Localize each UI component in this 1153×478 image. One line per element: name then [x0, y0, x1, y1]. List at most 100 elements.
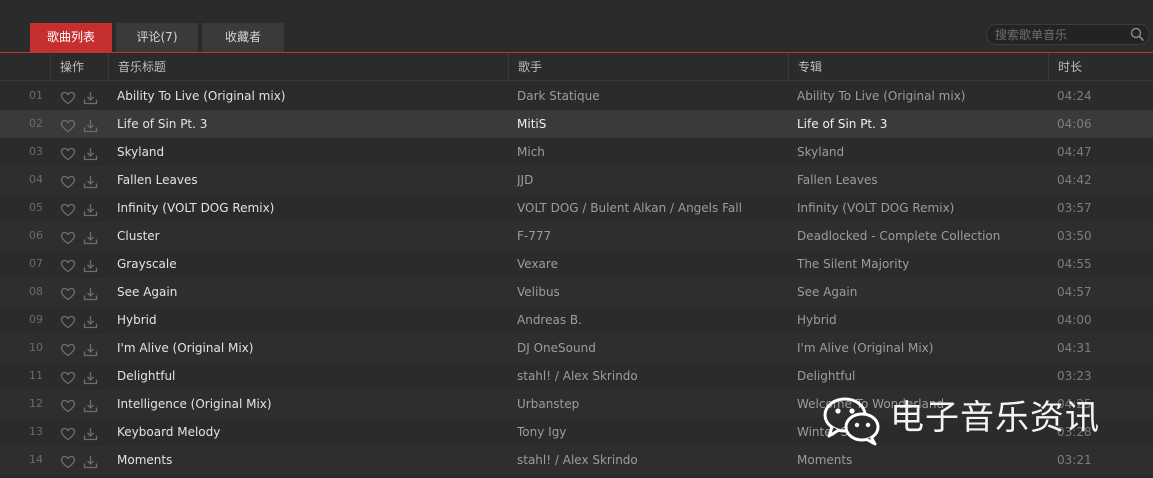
table-row[interactable]: 10 I'm Alive (Original Mix) DJ OneSound I'm… [0, 334, 1153, 362]
like-heart-icon[interactable] [60, 144, 76, 161]
song-duration: 04:42 [1057, 173, 1092, 187]
tab-comments[interactable]: 评论(7) [116, 23, 198, 52]
column-header-title[interactable]: 音乐标题 [108, 53, 508, 81]
song-artist[interactable]: Mich [517, 138, 782, 166]
tab-song-list[interactable]: 歌曲列表 [30, 23, 112, 52]
song-artist[interactable]: stahl! / Alex Skrindo [517, 362, 782, 390]
like-heart-icon[interactable] [60, 396, 76, 413]
song-title[interactable]: Keyboard Melody [117, 418, 502, 446]
download-icon[interactable] [83, 144, 98, 161]
song-title[interactable]: Hybrid [117, 306, 502, 334]
track-number: 14 [29, 453, 43, 466]
download-icon[interactable] [83, 312, 98, 329]
song-album[interactable]: See Again [797, 278, 1042, 306]
song-title[interactable]: Skyland [117, 138, 502, 166]
song-title[interactable]: Ability To Live (Original mix) [117, 82, 502, 110]
song-artist[interactable]: Andreas B. [517, 306, 782, 334]
song-artist[interactable]: Tony Igy [517, 418, 782, 446]
search-icon[interactable] [1129, 26, 1145, 42]
song-album[interactable]: Skyland [797, 138, 1042, 166]
song-title[interactable]: I'm Alive (Original Mix) [117, 334, 502, 362]
song-album[interactable]: I'm Alive (Original Mix) [797, 334, 1042, 362]
song-title[interactable]: Intelligence (Original Mix) [117, 390, 502, 418]
download-icon[interactable] [83, 116, 98, 133]
song-title[interactable]: Cluster [117, 222, 502, 250]
download-icon[interactable] [83, 340, 98, 357]
download-icon[interactable] [83, 256, 98, 273]
track-number: 09 [29, 313, 43, 326]
like-heart-icon[interactable] [60, 312, 76, 329]
song-duration: 04:00 [1057, 313, 1092, 327]
song-title[interactable]: See Again [117, 278, 502, 306]
song-duration: 04:55 [1057, 257, 1092, 271]
download-icon[interactable] [83, 396, 98, 413]
song-album[interactable]: Deadlocked - Complete Collection [797, 222, 1042, 250]
table-row[interactable]: 11 Delightful stahl! / Alex Skrindo Delight… [0, 362, 1153, 390]
download-icon[interactable] [83, 200, 98, 217]
song-album[interactable]: Moments [797, 446, 1042, 474]
download-icon[interactable] [83, 368, 98, 385]
column-header-duration[interactable]: 时长 [1048, 53, 1153, 81]
song-artist[interactable]: stahl! / Alex Skrindo [517, 446, 782, 474]
song-artist[interactable]: Urbanstep [517, 390, 782, 418]
song-title[interactable]: Moments [117, 446, 502, 474]
like-heart-icon[interactable] [60, 200, 76, 217]
song-duration: 04:31 [1057, 341, 1092, 355]
like-heart-icon[interactable] [60, 284, 76, 301]
song-title[interactable]: Infinity (VOLT DOG Remix) [117, 194, 502, 222]
song-artist[interactable]: VOLT DOG / Bulent Alkan / Angels Fall [517, 194, 782, 222]
table-row[interactable]: 14 Moments stahl! / Alex Skrindo Moments 03:… [0, 446, 1153, 474]
search-input[interactable] [995, 25, 1125, 44]
table-row[interactable]: 06 Cluster F-777 Deadlocked - Complete Coll… [0, 222, 1153, 250]
song-artist[interactable]: MitiS [517, 110, 782, 138]
table-row[interactable]: 01 Ability To Live (Original mix) Dark Sta… [0, 82, 1153, 110]
table-row[interactable]: 02 Life of Sin Pt. 3 MitiS Life of Sin Pt. … [0, 110, 1153, 138]
song-album[interactable]: Fallen Leaves [797, 166, 1042, 194]
song-artist[interactable]: Vexare [517, 250, 782, 278]
song-artist[interactable]: F-777 [517, 222, 782, 250]
like-heart-icon[interactable] [60, 368, 76, 385]
song-album[interactable]: Hybrid [797, 306, 1042, 334]
column-header-album[interactable]: 专辑 [788, 53, 1048, 81]
song-album[interactable]: Delightful [797, 362, 1042, 390]
watermark: 电子音乐资讯 [822, 392, 1122, 448]
song-artist[interactable]: DJ OneSound [517, 334, 782, 362]
download-icon[interactable] [83, 284, 98, 301]
song-duration: 03:23 [1057, 369, 1092, 383]
table-row[interactable]: 08 See Again Velibus See Again 04:57 [0, 278, 1153, 306]
song-artist[interactable]: JJD [517, 166, 782, 194]
track-number: 06 [29, 229, 43, 242]
table-row[interactable]: 05 Infinity (VOLT DOG Remix) VOLT DOG / Bu… [0, 194, 1153, 222]
column-header-artist[interactable]: 歌手 [508, 53, 788, 81]
table-row[interactable]: 04 Fallen Leaves JJD Fallen Leaves 04:42 [0, 166, 1153, 194]
download-icon[interactable] [83, 88, 98, 105]
song-album[interactable]: Ability To Live (Original mix) [797, 82, 1042, 110]
song-title[interactable]: Fallen Leaves [117, 166, 502, 194]
song-album[interactable]: The Silent Majority [797, 250, 1042, 278]
song-title[interactable]: Delightful [117, 362, 502, 390]
table-row[interactable]: 09 Hybrid Andreas B. Hybrid 04:00 [0, 306, 1153, 334]
table-row[interactable]: 07 Grayscale Vexare The Silent Majority 04:5… [0, 250, 1153, 278]
like-heart-icon[interactable] [60, 116, 76, 133]
song-album[interactable]: Infinity (VOLT DOG Remix) [797, 194, 1042, 222]
download-icon[interactable] [83, 452, 98, 469]
song-album[interactable]: Life of Sin Pt. 3 [797, 110, 1042, 138]
like-heart-icon[interactable] [60, 452, 76, 469]
download-icon[interactable] [83, 228, 98, 245]
wechat-logo-icon [823, 397, 880, 446]
tab-subscribers[interactable]: 收藏者 [202, 23, 284, 52]
like-heart-icon[interactable] [60, 172, 76, 189]
like-heart-icon[interactable] [60, 424, 76, 441]
download-icon[interactable] [83, 424, 98, 441]
like-heart-icon[interactable] [60, 256, 76, 273]
table-row[interactable]: 03 Skyland Mich Skyland 04:47 [0, 138, 1153, 166]
song-duration: 04:57 [1057, 285, 1092, 299]
like-heart-icon[interactable] [60, 340, 76, 357]
like-heart-icon[interactable] [60, 228, 76, 245]
download-icon[interactable] [83, 172, 98, 189]
like-heart-icon[interactable] [60, 88, 76, 105]
song-title[interactable]: Life of Sin Pt. 3 [117, 110, 502, 138]
song-artist[interactable]: Velibus [517, 278, 782, 306]
song-title[interactable]: Grayscale [117, 250, 502, 278]
song-artist[interactable]: Dark Statique [517, 82, 782, 110]
